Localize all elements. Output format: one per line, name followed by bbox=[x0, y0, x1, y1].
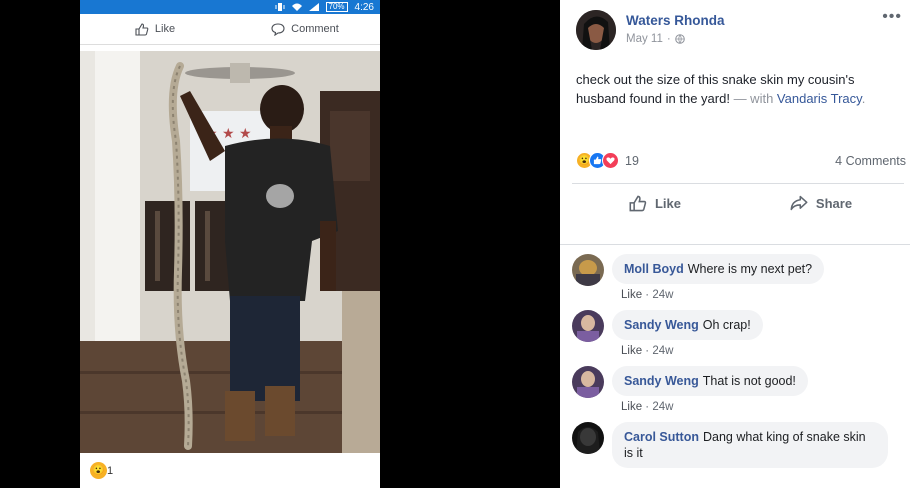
comment-body: Moll Boyd Where is my next pet? Like · 24… bbox=[612, 254, 825, 301]
love-reaction-icon[interactable] bbox=[602, 152, 619, 169]
wifi-icon bbox=[291, 3, 302, 11]
post-photo[interactable]: ★ ★ ★ bbox=[80, 51, 380, 453]
tagged-person[interactable]: Vandaris Tracy bbox=[777, 91, 862, 106]
comment-bubble: Moll Boyd Where is my next pet? bbox=[612, 254, 825, 284]
comment-icon bbox=[271, 22, 285, 36]
post-header: Waters Rhonda May 11 · bbox=[576, 10, 725, 50]
comment-meta: Like · 24w bbox=[621, 401, 674, 413]
commenter-avatar[interactable] bbox=[572, 254, 604, 286]
phone-action-bar: Like Comment bbox=[80, 14, 380, 45]
divider bbox=[572, 183, 904, 184]
reactions-bar: 😮 19 4 Comments bbox=[576, 152, 906, 169]
commenter-avatar[interactable] bbox=[572, 310, 604, 342]
comment-time[interactable]: 24w bbox=[652, 401, 673, 413]
with-prefix: — with bbox=[729, 91, 777, 106]
phone-comment-label: Comment bbox=[291, 23, 339, 35]
post-date[interactable]: May 11 bbox=[626, 33, 663, 45]
post-meta-separator: · bbox=[666, 33, 671, 45]
comment-count[interactable]: 4 Comments bbox=[835, 154, 906, 168]
avatar-image bbox=[576, 10, 616, 50]
comment-text: Where is my next pet? bbox=[687, 262, 813, 276]
globe-icon[interactable] bbox=[674, 34, 685, 44]
wow-icon: 😮 bbox=[90, 462, 107, 479]
commenter-name[interactable]: Sandy Weng bbox=[624, 374, 699, 388]
divider bbox=[560, 244, 910, 245]
phone-comment-button: Comment bbox=[230, 22, 380, 36]
comment-like-link[interactable]: Like bbox=[621, 289, 642, 301]
comment: Sandy Weng That is not good! Like · 24w bbox=[572, 366, 908, 413]
comment-body: Sandy Weng Oh crap! Like · 24w bbox=[612, 310, 763, 357]
comment-meta: Like · 24w bbox=[621, 345, 674, 357]
snake-skin-photo: ★ ★ ★ bbox=[80, 51, 380, 453]
post-meta: May 11 · bbox=[626, 33, 725, 45]
phone-like-label: Like bbox=[154, 23, 176, 35]
comment-body: Sandy Weng That is not good! Like · 24w bbox=[612, 366, 808, 413]
more-options-icon[interactable]: ••• bbox=[882, 8, 902, 26]
comment-bubble: Sandy Weng Oh crap! bbox=[612, 310, 763, 340]
commenter-name[interactable]: Moll Boyd bbox=[624, 262, 684, 276]
post-text: check out the size of this snake skin my… bbox=[576, 70, 896, 108]
vibrate-icon bbox=[275, 3, 285, 11]
tagged-suffix: . bbox=[861, 91, 866, 106]
comment: Sandy Weng Oh crap! Like · 24w bbox=[572, 310, 908, 357]
thumbs-up-icon bbox=[135, 22, 149, 36]
phone-screenshot: 70% 4:26 Like Comment ★ ★ ★ 😮 1 bbox=[80, 0, 380, 488]
phone-reaction-summary: 😮 1 bbox=[80, 453, 380, 488]
comment-bubble: Sandy Weng That is not good! bbox=[612, 366, 808, 396]
phone-like-button: Like bbox=[80, 22, 230, 36]
battery-indicator: 70% bbox=[325, 2, 348, 12]
commenter-name[interactable]: Sandy Weng bbox=[624, 318, 699, 332]
comment-body: Carol Sutton Dang what king of snake skin… bbox=[612, 422, 888, 468]
comment-like-link[interactable]: Like bbox=[621, 401, 642, 413]
share-button[interactable]: Share bbox=[738, 187, 904, 219]
comments-list: Moll Boyd Where is my next pet? Like · 24… bbox=[572, 254, 908, 477]
author-avatar[interactable] bbox=[576, 10, 616, 50]
phone-reaction-count: 1 bbox=[107, 464, 114, 477]
share-label: Share bbox=[815, 195, 853, 211]
comment-meta: Like · 24w bbox=[621, 289, 674, 301]
comment-time[interactable]: 24w bbox=[652, 289, 673, 301]
comment-text: Oh crap! bbox=[702, 318, 751, 332]
author-name[interactable]: Waters Rhonda bbox=[626, 13, 725, 28]
commenter-avatar[interactable] bbox=[572, 366, 604, 398]
signal-icon bbox=[308, 3, 319, 11]
comment-bubble: Carol Sutton Dang what king of snake skin… bbox=[612, 422, 888, 468]
comment-like-link[interactable]: Like bbox=[621, 345, 642, 357]
comment-text: That is not good! bbox=[702, 374, 796, 388]
post-actions: Like Share bbox=[572, 187, 904, 219]
commenter-avatar[interactable] bbox=[572, 422, 604, 454]
like-label: Like bbox=[654, 195, 681, 211]
thumbs-up-icon bbox=[629, 195, 647, 211]
comment: Moll Boyd Where is my next pet? Like · 24… bbox=[572, 254, 908, 301]
commenter-name[interactable]: Carol Sutton bbox=[624, 430, 699, 444]
like-button[interactable]: Like bbox=[572, 187, 738, 219]
photo-viewer: 70% 4:26 Like Comment ★ ★ ★ 😮 1 bbox=[0, 0, 560, 488]
status-bar: 70% 4:26 bbox=[80, 0, 380, 14]
post-panel: Waters Rhonda May 11 · ••• check out the… bbox=[560, 0, 910, 488]
comment-time[interactable]: 24w bbox=[652, 345, 673, 357]
share-icon bbox=[790, 195, 808, 211]
reaction-count[interactable]: 19 bbox=[625, 154, 639, 168]
comment: Carol Sutton Dang what king of snake skin… bbox=[572, 422, 908, 468]
status-time: 4:26 bbox=[354, 1, 374, 13]
author-block: Waters Rhonda May 11 · bbox=[626, 10, 725, 50]
